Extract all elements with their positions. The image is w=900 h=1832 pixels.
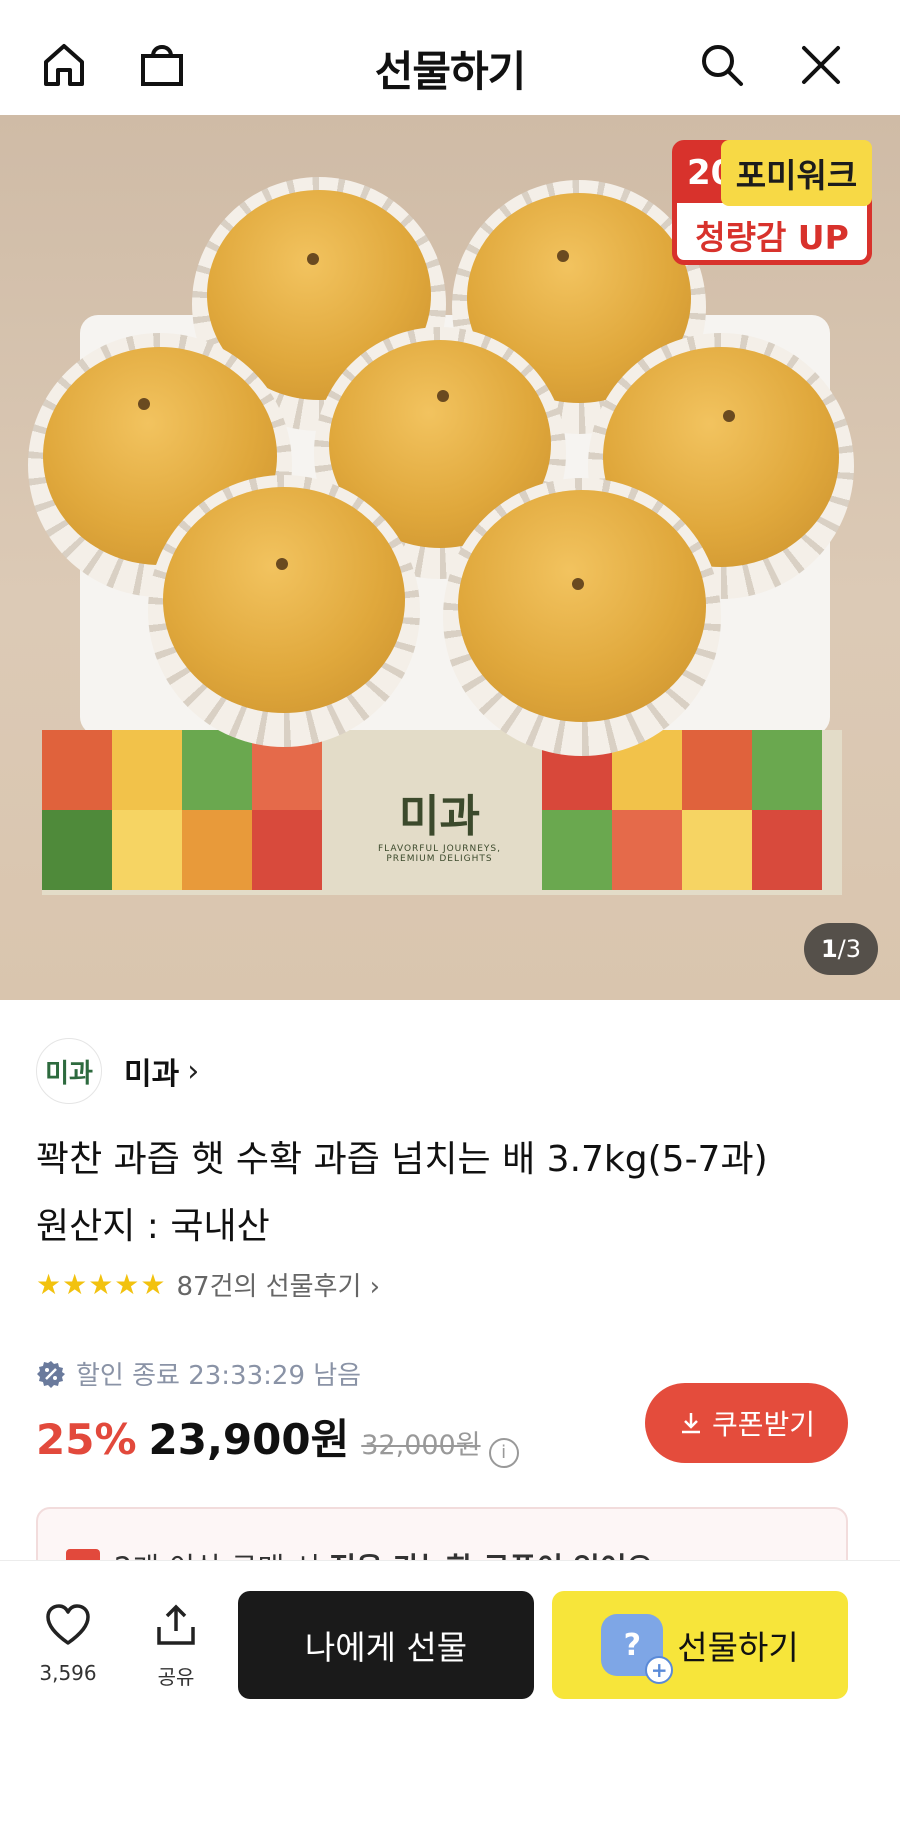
download-icon: [681, 1413, 700, 1434]
discount-badge-icon: [37, 1360, 65, 1388]
box-tagline: FLAVORFUL JOURNEYS, PREMIUM DELIGHTS: [377, 844, 502, 864]
pear: [458, 490, 706, 722]
close-icon: [802, 46, 840, 84]
pear-stem: [276, 558, 288, 570]
gift-icon-glyph: ?: [623, 1627, 641, 1663]
search-button[interactable]: [691, 34, 753, 96]
chevron-right-icon: ›: [187, 1053, 200, 1089]
send-gift-label: 선물하기: [677, 1628, 799, 1667]
product-title: 꽉찬 과즙 햇 수확 과즙 넘치는 배 3.7kg(5-7과): [36, 1139, 768, 1180]
image-counter-current: 1: [820, 935, 838, 963]
box-pattern: [682, 730, 752, 810]
page-title: 선물하기: [374, 47, 527, 96]
pear-stem: [557, 250, 569, 262]
original-price: 32,000원: [361, 1430, 481, 1461]
badge-subtitle: 청량감 UP: [695, 217, 849, 257]
heart-icon: [46, 1604, 90, 1645]
pear-stem: [307, 253, 319, 265]
seller-name: 미과: [124, 1057, 180, 1092]
discount-timer: 할인 종료 23:33:29 남음: [36, 1355, 361, 1392]
info-icon[interactable]: i: [488, 1437, 519, 1468]
review-link[interactable]: ★★★★★ 87건의 선물후기 ›: [36, 1266, 380, 1303]
seller-link[interactable]: 미과 미과 ›: [36, 1038, 199, 1104]
gift-to-me-button[interactable]: 나에게 선물: [238, 1591, 534, 1699]
pear-stem: [572, 578, 584, 590]
like-button[interactable]: 3,596: [30, 1603, 106, 1685]
pear-stem: [437, 390, 449, 402]
box-pattern: [42, 810, 112, 890]
pear-stem: [723, 410, 735, 422]
search-icon: [702, 45, 743, 86]
sale-price: 23,900원: [148, 1415, 350, 1464]
box-pattern: [112, 730, 182, 810]
discount-ends-text: 할인 종료 23:33:29 남음: [76, 1361, 362, 1391]
like-count: 3,596: [39, 1661, 97, 1685]
box-pattern: [752, 730, 822, 810]
product-origin: 원산지 : 국내산: [36, 1206, 270, 1247]
pear: [163, 487, 405, 713]
share-button[interactable]: 공유: [140, 1603, 212, 1690]
box-pattern: [182, 730, 252, 810]
box-pattern: [182, 810, 252, 890]
gift-box: 미과 FLAVORFUL JOURNEYS, PREMIUM DELIGHTS: [42, 730, 842, 895]
price-row: 25% 23,900원 32,000원 i: [36, 1406, 519, 1468]
box-brand-logo: 미과 FLAVORFUL JOURNEYS, PREMIUM DELIGHTS: [362, 780, 517, 864]
gift-friend-icon: ? +: [601, 1614, 674, 1684]
box-pattern: [752, 810, 822, 890]
coupon-download-button[interactable]: 쿠폰받기: [645, 1383, 848, 1463]
seller-logo: 미과: [36, 1038, 102, 1104]
pear-stem: [138, 398, 150, 410]
box-pattern: [42, 730, 112, 810]
product-image-carousel[interactable]: 미과 FLAVORFUL JOURNEYS, PREMIUM DELIGHTS …: [0, 115, 900, 1000]
review-count: 87건의 선물후기 ›: [176, 1272, 381, 1302]
coupon-button-label: 쿠폰받기: [711, 1408, 816, 1441]
box-pattern: [682, 810, 752, 890]
bottom-action-bar: 3,596 공유 나에게 선물 ? + 선물하기: [0, 1560, 900, 1832]
send-gift-button[interactable]: ? + 선물하기: [552, 1591, 848, 1699]
share-label: 공유: [157, 1665, 195, 1689]
box-pattern: [542, 810, 612, 890]
image-counter: 1/3: [804, 923, 878, 975]
star-rating-icon: ★★★★★: [36, 1268, 167, 1301]
box-brand-text: 미과: [399, 791, 480, 842]
box-pattern: [612, 810, 682, 890]
image-counter-total: /3: [837, 935, 862, 963]
box-pattern: [112, 810, 182, 890]
promo-badge: 20 포미워크 청량감 UP: [672, 140, 872, 265]
discount-percent: 25%: [36, 1415, 137, 1464]
top-nav-bar: 선물하기: [0, 0, 900, 115]
badge-tag: 포미워크: [721, 140, 872, 206]
box-pattern: [252, 810, 322, 890]
close-button[interactable]: [790, 34, 852, 96]
share-icon: [157, 1604, 195, 1645]
plus-icon: +: [645, 1656, 674, 1684]
